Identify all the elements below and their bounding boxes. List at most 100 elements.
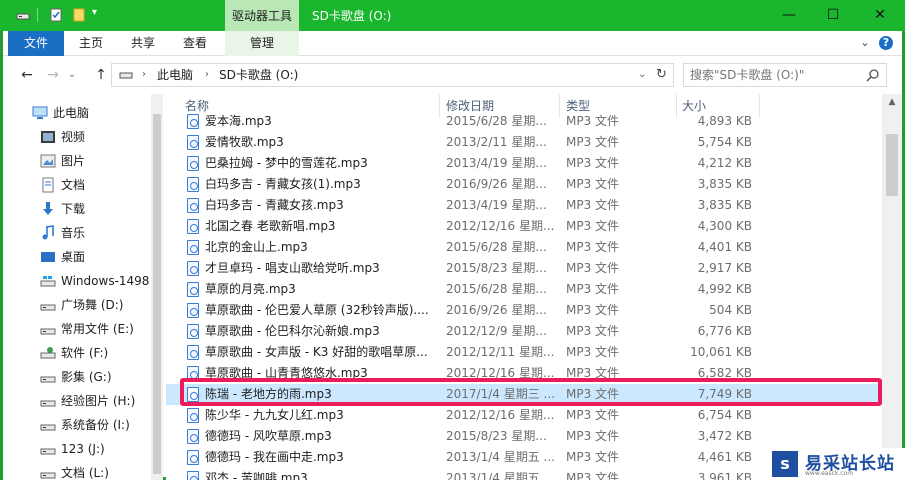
nav-item-drive-i[interactable]: 系统备份 (I:) [3, 413, 148, 437]
maximize-button[interactable]: ☐ [810, 0, 856, 31]
up-button[interactable]: ↑ [91, 66, 111, 84]
file-date: 2013/4/19 星期... [446, 156, 547, 170]
file-row[interactable]: 草原的月亮.mp3 2015/6/28 星期... MP3 文件 4,992 KB [166, 279, 882, 300]
scroll-up-icon[interactable]: ▲ [882, 94, 902, 111]
file-row[interactable]: 才旦卓玛 - 唱支山歌给党听.mp3 2015/8/23 星期... MP3 文件 2… [166, 258, 882, 279]
nav-item-videos[interactable]: 视频 [3, 125, 148, 149]
nav-item-drive-j[interactable]: 123 (J:) [3, 437, 148, 461]
title-bar[interactable]: ▾ 驱动器工具 SD卡歌盘 (O:) — ☐ ✕ [0, 0, 905, 31]
file-row[interactable]: 德德玛 - 风吹草原.mp3 2015/8/23 星期... MP3 文件 3,472… [166, 426, 882, 447]
file-list-scrollbar[interactable]: ▲ [882, 94, 902, 480]
file-row[interactable]: 草原歌曲 - 女声版 - K3 好甜的歌唱草原... 2012/12/11 星期.… [166, 342, 882, 363]
search-box[interactable] [683, 63, 887, 87]
tab-home[interactable]: 主页 [69, 31, 113, 56]
breadcrumb-separator-icon[interactable]: › [205, 64, 209, 86]
nav-item-downloads[interactable]: 下载 [3, 197, 148, 221]
nav-item-drive-h[interactable]: 经验图片 (H:) [3, 389, 148, 413]
back-button[interactable]: ← [17, 66, 37, 84]
nav-item-documents[interactable]: 文档 [3, 173, 148, 197]
file-size: 4,893 KB [697, 114, 752, 128]
file-row[interactable]: 陈少华 - 九九女儿红.mp3 2012/12/16 星期... MP3 文件 6,7… [166, 405, 882, 426]
nav-item-drive-e[interactable]: 常用文件 (E:) [3, 317, 148, 341]
nav-item-drive-f[interactable]: 软件 (F:) [3, 341, 148, 365]
new-folder-icon[interactable] [72, 8, 86, 22]
nav-item-label: 影集 (G:) [61, 370, 112, 384]
file-row[interactable]: 白玛多吉 - 青藏女孩.mp3 2013/4/19 星期... MP3 文件 3,83… [166, 195, 882, 216]
mp3-file-icon [187, 282, 199, 297]
file-row[interactable]: 草原歌曲 - 山青青悠悠水.mp3 2012/12/16 星期... MP3 文件 6… [166, 363, 882, 384]
nav-item-label: 经验图片 (H:) [61, 394, 136, 408]
drive-icon [40, 472, 56, 479]
watermark-logo: s [772, 451, 798, 477]
file-name: 草原歌曲 - 女声版 - K3 好甜的歌唱草原... [205, 345, 428, 359]
file-date: 2013/1/4 星期五 ... [446, 450, 555, 464]
search-input[interactable] [684, 64, 864, 86]
nav-item-label: 123 (J:) [61, 442, 105, 456]
drive-icon [40, 424, 56, 431]
file-row[interactable]: 陈瑞 - 老地方的雨.mp3 2017/1/4 星期三 ... MP3 文件 7,74… [166, 384, 882, 405]
mp3-file-icon [187, 240, 199, 255]
file-row[interactable]: 巴桑拉姆 - 梦中的雪莲花.mp3 2013/4/19 星期... MP3 文件 4,… [166, 153, 882, 174]
drive-icon[interactable] [16, 8, 30, 22]
file-row[interactable]: 北京的金山上.mp3 2015/6/28 星期... MP3 文件 4,401 KB [166, 237, 882, 258]
nav-item-label: 文档 [61, 178, 86, 192]
file-row[interactable]: 爱情牧歌.mp3 2013/2/11 星期... MP3 文件 5,754 KB [166, 132, 882, 153]
expand-ribbon-icon[interactable]: ⌄ [858, 36, 872, 50]
file-date: 2015/6/28 星期... [446, 114, 547, 128]
nav-scrollbar[interactable] [151, 94, 163, 480]
file-name: 草原歌曲 - 山青青悠悠水.mp3 [205, 366, 368, 380]
drive-icon [40, 448, 56, 455]
nav-item-music[interactable]: 音乐 [3, 221, 148, 245]
file-date: 2012/12/16 星期... [446, 219, 555, 233]
scroll-thumb[interactable] [886, 134, 898, 196]
breadcrumb-this-pc[interactable]: 此电脑 [157, 64, 193, 86]
file-date: 2012/12/9 星期... [446, 324, 547, 338]
windows-drive-icon [40, 276, 56, 287]
file-row[interactable]: 白玛多吉 - 青藏女孩(1).mp3 2016/9/26 星期... MP3 文件 3… [166, 174, 882, 195]
watermark: s 易采站长站 www.easck.com [769, 448, 905, 480]
nav-item-this-pc[interactable]: 此电脑 [3, 101, 148, 125]
file-type: MP3 文件 [566, 345, 620, 359]
address-bar[interactable]: › 此电脑 › SD卡歌盘 (O:) ⌄ ↻ [111, 63, 674, 87]
nav-scroll-thumb[interactable] [153, 114, 161, 474]
file-type: MP3 文件 [566, 177, 620, 191]
properties-check-icon[interactable] [49, 8, 63, 22]
ribbon-tabs: 文件 主页 共享 查看 管理 ⌄ ? [3, 31, 902, 56]
file-row[interactable]: 草原歌曲 - 伦巴科尔沁新娘.mp3 2012/12/9 星期... MP3 文件 6… [166, 321, 882, 342]
drive-icon [40, 328, 56, 335]
customize-quick-access-icon[interactable]: ▾ [92, 7, 97, 18]
file-name: 德德玛 - 我在画中走.mp3 [205, 450, 344, 464]
breadcrumb-separator-icon[interactable]: › [142, 64, 146, 86]
file-row[interactable]: 爱本海.mp3 2015/6/28 星期... MP3 文件 4,893 KB [166, 111, 882, 132]
nav-item-drive-l[interactable]: 文档 (L:) [3, 461, 148, 480]
minimize-button[interactable]: — [766, 0, 812, 31]
tab-file[interactable]: 文件 [8, 31, 64, 56]
breadcrumb-sd-drive[interactable]: SD卡歌盘 (O:) [219, 64, 298, 86]
pictures-folder-icon [40, 154, 56, 168]
address-row: ← → ⌄ ↑ › 此电脑 › SD卡歌盘 (O:) ⌄ ↻ [3, 57, 902, 94]
file-type: MP3 文件 [566, 282, 620, 296]
help-icon[interactable]: ? [879, 36, 893, 50]
nav-item-desktop[interactable]: 桌面 [3, 245, 148, 269]
address-history-button[interactable]: ⌄ [638, 64, 646, 86]
close-button[interactable]: ✕ [857, 0, 903, 31]
tab-manage[interactable]: 管理 [225, 31, 299, 56]
nav-item-windows-drive[interactable]: Windows-1498 [3, 269, 149, 293]
tab-view[interactable]: 查看 [173, 31, 217, 56]
file-row[interactable]: 北国之春 老歌新唱.mp3 2012/12/16 星期... MP3 文件 4,300… [166, 216, 882, 237]
file-name: 才旦卓玛 - 唱支山歌给党听.mp3 [205, 261, 380, 275]
forward-button[interactable]: → [43, 66, 63, 84]
drive-icon [40, 304, 56, 311]
file-size: 6,776 KB [697, 324, 752, 338]
nav-item-drive-g[interactable]: 影集 (G:) [3, 365, 148, 389]
file-name: 草原歌曲 - 伦巴爱人草原 (32秒铃声版).... [205, 303, 429, 317]
refresh-button[interactable]: ↻ [656, 64, 667, 86]
documents-folder-icon [42, 177, 54, 193]
file-type: MP3 文件 [566, 261, 620, 275]
tab-share[interactable]: 共享 [121, 31, 165, 56]
search-icon[interactable] [866, 68, 880, 82]
nav-item-pictures[interactable]: 图片 [3, 149, 148, 173]
file-row[interactable]: 草原歌曲 - 伦巴爱人草原 (32秒铃声版).... 2016/9/26 星期..… [166, 300, 882, 321]
nav-item-drive-d[interactable]: 广场舞 (D:) [3, 293, 148, 317]
recent-locations-button[interactable]: ⌄ [65, 66, 79, 84]
